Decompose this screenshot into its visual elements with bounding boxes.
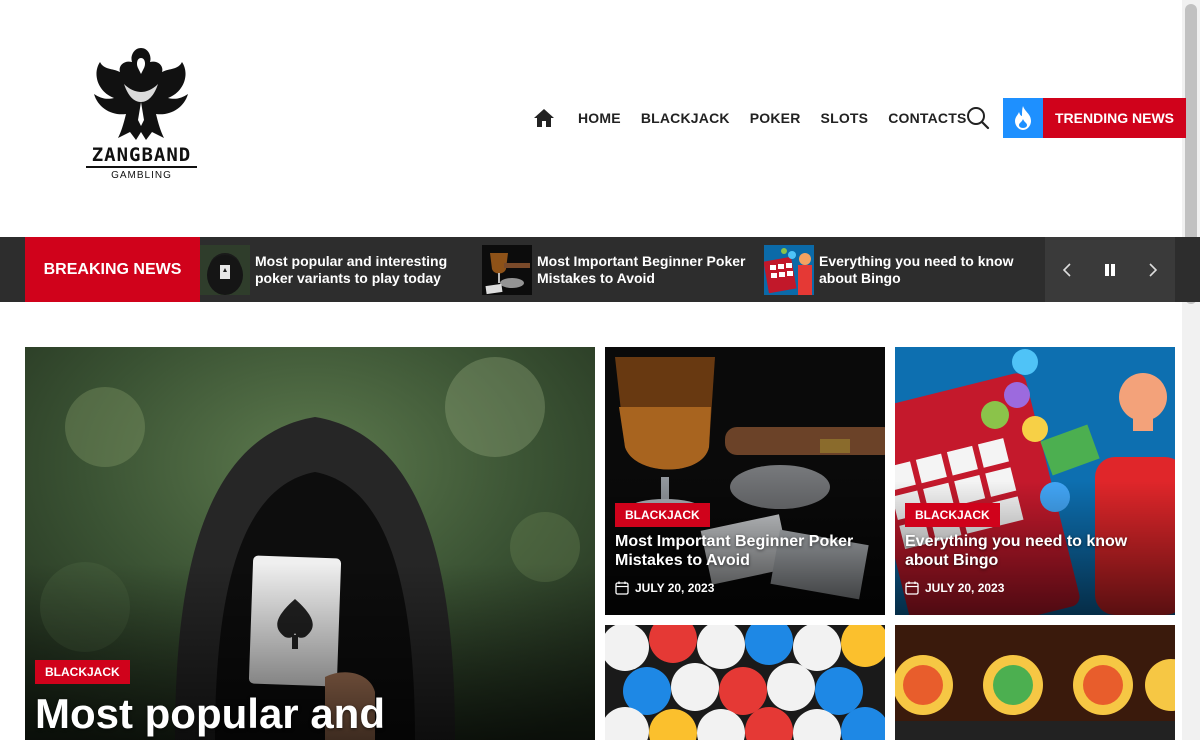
breaking-news-label: BREAKING NEWS bbox=[25, 237, 200, 302]
bingo-image bbox=[895, 347, 1175, 615]
category-badge[interactable]: BLACKJACK bbox=[615, 503, 710, 527]
phoenix-logo-icon bbox=[94, 48, 188, 140]
featured-bottom-card[interactable] bbox=[895, 625, 1175, 740]
ticker-item[interactable]: Most Important Beginner Poker Mistakes t… bbox=[482, 244, 762, 295]
trending-news-button[interactable]: TRENDING NEWS bbox=[1003, 98, 1186, 138]
chevron-left-icon[interactable] bbox=[1052, 255, 1082, 285]
post-date-text: JULY 20, 2023 bbox=[635, 581, 715, 595]
ticker-title[interactable]: Everything you need to know about Bingo bbox=[819, 253, 1044, 287]
trending-news-label: TRENDING NEWS bbox=[1043, 98, 1186, 138]
whiskey-cigar-image bbox=[605, 347, 885, 615]
featured-side-card[interactable]: BLACKJACK Everything you need to know ab… bbox=[895, 347, 1175, 615]
nav-item-blackjack[interactable]: BLACKJACK bbox=[641, 110, 730, 126]
nav-item-poker[interactable]: POKER bbox=[750, 110, 801, 126]
nav-item-slots[interactable]: SLOTS bbox=[821, 110, 869, 126]
category-badge[interactable]: BLACKJACK bbox=[35, 660, 130, 684]
side-card-title[interactable]: Everything you need to know about Bingo bbox=[905, 532, 1170, 570]
nav-item-contacts[interactable]: CONTACTS bbox=[888, 110, 966, 126]
featured-bottom-card[interactable] bbox=[605, 625, 885, 740]
ticker-title[interactable]: Most Important Beginner Poker Mistakes t… bbox=[537, 253, 762, 287]
main-nav: HOME BLACKJACK POKER SLOTS CONTACTS bbox=[534, 106, 987, 130]
site-logo[interactable]: ZANGBAND GAMBLING bbox=[84, 40, 199, 181]
featured-side-card[interactable]: BLACKJACK Most Important Beginner Poker … bbox=[605, 347, 885, 615]
slot-machines-image bbox=[895, 625, 1175, 740]
featured-main-title[interactable]: Most popular and bbox=[35, 690, 575, 738]
logo-tagline: GAMBLING bbox=[111, 170, 172, 181]
post-date-text: JULY 20, 2023 bbox=[925, 581, 1005, 595]
fire-icon bbox=[1003, 98, 1043, 138]
calendar-icon bbox=[615, 581, 629, 595]
logo-divider bbox=[86, 166, 197, 168]
ticker-title[interactable]: Most popular and interesting poker varia… bbox=[255, 253, 480, 287]
ticker-item[interactable]: Everything you need to know about Bingo bbox=[764, 244, 1044, 295]
side-card-title[interactable]: Most Important Beginner Poker Mistakes t… bbox=[615, 532, 875, 570]
search-icon[interactable] bbox=[966, 106, 990, 130]
lottery-balls-image bbox=[605, 625, 885, 740]
ticker-thumbnail bbox=[482, 244, 532, 295]
nav-item-home[interactable]: HOME bbox=[578, 110, 621, 126]
home-icon[interactable] bbox=[534, 108, 554, 128]
breaking-news-bar: BREAKING NEWS Most popular and interesti… bbox=[0, 237, 1200, 302]
ticker-thumbnail bbox=[200, 244, 250, 295]
chevron-right-icon[interactable] bbox=[1138, 255, 1168, 285]
ticker-controls bbox=[1045, 237, 1175, 302]
featured-main-card[interactable]: BLACKJACK Most popular and bbox=[25, 347, 595, 740]
post-date: JULY 20, 2023 bbox=[615, 581, 714, 595]
site-header: ZANGBAND GAMBLING HOME BLACKJACK POKER S… bbox=[0, 0, 1186, 237]
post-date: JULY 20, 2023 bbox=[905, 581, 1004, 595]
ticker-item[interactable]: Most popular and interesting poker varia… bbox=[200, 244, 480, 295]
ticker-thumbnail bbox=[764, 244, 814, 295]
logo-wordmark: ZANGBAND bbox=[91, 144, 192, 166]
calendar-icon bbox=[905, 581, 919, 595]
category-badge[interactable]: BLACKJACK bbox=[905, 503, 1000, 527]
pause-icon[interactable] bbox=[1095, 255, 1125, 285]
